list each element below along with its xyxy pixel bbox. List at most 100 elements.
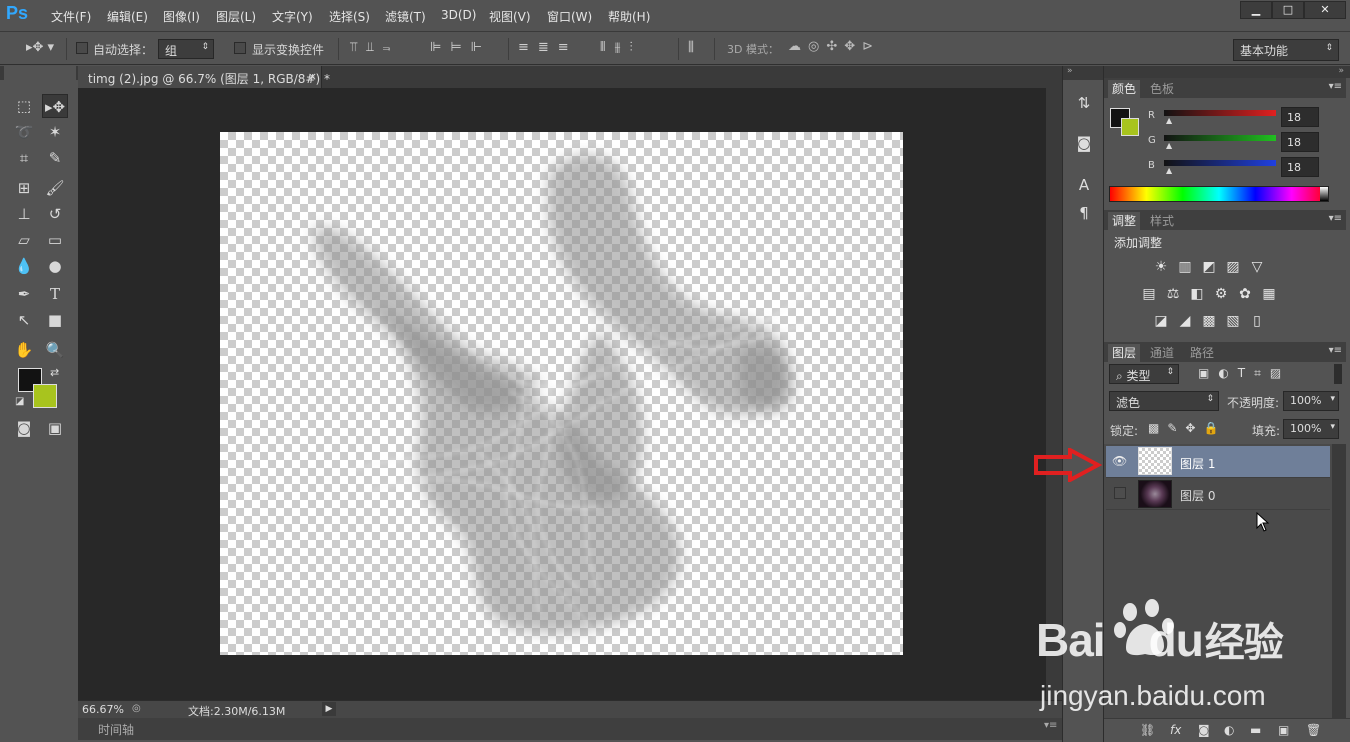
dodge-tool-icon[interactable]: ● (42, 254, 68, 278)
3d-mode-icons[interactable]: ☁◎✣✥⊳ (788, 39, 880, 54)
menu-select[interactable]: 选择(S) (329, 8, 370, 25)
panels-collapse-icon[interactable]: » (1104, 66, 1350, 78)
tab-swatches[interactable]: 色板 (1146, 80, 1178, 98)
properties-panel-icon[interactable]: ◙ (1075, 134, 1093, 152)
close-button[interactable]: ✕ (1304, 1, 1346, 19)
tab-adjustments[interactable]: 调整 (1108, 212, 1141, 230)
slider-thumb-icon[interactable]: ▲ (1166, 141, 1172, 150)
fx-icon[interactable]: fx (1170, 723, 1181, 737)
invert-icon[interactable]: ◪ (1152, 312, 1170, 330)
pen-tool-icon[interactable]: ✒ (11, 282, 37, 306)
link-icon[interactable]: ⛓ (1140, 723, 1155, 737)
align-horizontal-icons[interactable]: ⊫⊨⊩ (430, 40, 491, 55)
distribute-horizontal-icons[interactable]: ⫴⫵⫶ (600, 40, 642, 55)
folder-icon[interactable]: ▬ (1250, 723, 1261, 737)
align-icons[interactable]: ⫪⫫⫬ (350, 40, 399, 55)
exposure-icon[interactable]: ▨ (1224, 258, 1242, 276)
clone-stamp-tool-icon[interactable]: ⊥ (11, 202, 37, 226)
channel-g-value[interactable]: 18 (1281, 132, 1319, 152)
vertical-scrollbar[interactable] (1046, 88, 1062, 700)
layer-filter-dropdown[interactable]: ⌕ 类型 ⇕ (1109, 364, 1179, 384)
mask-icon[interactable]: ◙ (1198, 723, 1210, 737)
menu-help[interactable]: 帮助(H) (608, 8, 650, 25)
magic-wand-tool-icon[interactable]: ✶ (42, 120, 68, 144)
healing-brush-tool-icon[interactable]: ⊞ (11, 176, 37, 200)
layer-row[interactable]: 👁 图层 1 (1106, 446, 1330, 478)
menu-3d[interactable]: 3D(D) (441, 8, 476, 22)
layer-filter-type-icons[interactable]: ▣◐T⌗▨ (1198, 366, 1290, 381)
tab-layers[interactable]: 图层 (1108, 344, 1141, 362)
eyedropper-tool-icon[interactable]: ✎ (42, 146, 68, 170)
zoom-level[interactable]: 66.67% (82, 703, 124, 716)
color-background-swatch[interactable] (1121, 118, 1139, 136)
color-spectrum-ramp[interactable] (1109, 186, 1329, 202)
adjustment-icon[interactable]: ◐ (1224, 723, 1234, 737)
channel-g-slider[interactable] (1164, 135, 1276, 141)
threshold-icon[interactable]: ▩ (1200, 312, 1218, 330)
gradient-map-icon[interactable]: ▯ (1248, 312, 1266, 330)
blend-mode-dropdown[interactable]: 滤色 ⇕ (1109, 391, 1219, 411)
eraser-tool-icon[interactable]: ▱ (11, 228, 37, 252)
path-selection-tool-icon[interactable]: ↖ (11, 308, 37, 332)
posterize-icon[interactable]: ◢ (1176, 312, 1194, 330)
menu-edit[interactable]: 编辑(E) (107, 8, 148, 25)
levels-icon[interactable]: ▥ (1176, 258, 1194, 276)
menu-type[interactable]: 文字(Y) (272, 8, 313, 25)
channel-b-slider[interactable] (1164, 160, 1276, 166)
eye-visibility-icon[interactable]: 👁 (1112, 454, 1127, 468)
crop-tool-icon[interactable]: ⌗ (11, 146, 37, 170)
minimize-button[interactable]: ▁ (1240, 1, 1272, 19)
visibility-toggle-empty[interactable] (1114, 487, 1126, 499)
channel-b-value[interactable]: 18 (1281, 157, 1319, 177)
hand-tool-icon[interactable]: ✋ (11, 338, 37, 362)
swap-colors-icon[interactable]: ⇄ (50, 366, 59, 379)
move-tool-preset-icon[interactable]: ▸✥ ▾ (26, 40, 54, 55)
channel-r-value[interactable]: 18 (1281, 107, 1319, 127)
rectangle-tool-icon[interactable]: ■ (42, 308, 68, 332)
layer-row[interactable]: 图层 0 (1106, 478, 1330, 510)
layer-name[interactable]: 图层 0 (1180, 487, 1215, 504)
trash-icon[interactable]: 🗑 (1306, 723, 1321, 737)
tab-channels[interactable]: 通道 (1146, 344, 1178, 362)
distribute-icons[interactable]: ≡≣≡ (518, 40, 578, 55)
vibrance-icon[interactable]: ▽ (1248, 258, 1266, 276)
opacity-input[interactable]: 100% ▾ (1283, 391, 1339, 411)
slider-thumb-icon[interactable]: ▲ (1166, 166, 1172, 175)
menu-view[interactable]: 视图(V) (489, 8, 531, 25)
slider-thumb-icon[interactable]: ▲ (1166, 116, 1172, 125)
layers-scrollbar[interactable] (1332, 444, 1346, 718)
document-tab[interactable]: timg (2).jpg @ 66.7% (图层 1, RGB/8#) * × (78, 66, 330, 88)
tab-color[interactable]: 颜色 (1108, 80, 1141, 98)
menu-window[interactable]: 窗口(W) (547, 8, 592, 25)
photo-filter-icon[interactable]: ⚙ (1212, 285, 1230, 303)
workspace-dropdown[interactable]: 基本功能 ⇕ (1233, 39, 1339, 61)
history-brush-tool-icon[interactable]: ↺ (42, 202, 68, 226)
panel-menu-icon[interactable]: ▾≡ (1329, 81, 1342, 92)
auto-align-icon[interactable]: ⫼ (688, 40, 694, 55)
tab-paths[interactable]: 路径 (1186, 344, 1218, 362)
auto-select-dropdown[interactable]: 组 ⇕ (158, 39, 214, 59)
tab-styles[interactable]: 样式 (1146, 212, 1178, 230)
lasso-tool-icon[interactable]: ➰ (11, 120, 37, 144)
fill-input[interactable]: 100% ▾ (1283, 419, 1339, 439)
curves-icon[interactable]: ◩ (1200, 258, 1218, 276)
gradient-tool-icon[interactable]: ▭ (42, 228, 68, 252)
status-menu-arrow-icon[interactable]: ▶ (322, 702, 336, 716)
brush-tool-icon[interactable]: 🖌 (42, 176, 68, 200)
color-balance-icon[interactable]: ⚖ (1164, 285, 1182, 303)
character-panel-icon[interactable]: A (1075, 176, 1093, 194)
quick-mask-icon[interactable]: ◙ (11, 416, 37, 440)
menu-layer[interactable]: 图层(L) (216, 8, 256, 25)
menu-file[interactable]: 文件(F) (51, 8, 91, 25)
auto-select-checkbox[interactable] (76, 42, 88, 57)
hue-saturation-icon[interactable]: ▤ (1140, 285, 1158, 303)
layer-name[interactable]: 图层 1 (1180, 455, 1215, 472)
color-lookup-icon[interactable]: ▦ (1260, 285, 1278, 303)
screen-mode-icon[interactable]: ▣ (42, 416, 68, 440)
paragraph-panel-icon[interactable]: ¶ (1075, 204, 1093, 222)
show-transform-checkbox[interactable] (234, 42, 246, 57)
dock-collapse-icon[interactable]: » (1063, 66, 1103, 80)
document-canvas[interactable] (220, 132, 903, 655)
panel-menu-icon[interactable]: ▾≡ (1329, 345, 1342, 356)
timeline-menu-icon[interactable]: ▾≡ (1044, 720, 1057, 731)
